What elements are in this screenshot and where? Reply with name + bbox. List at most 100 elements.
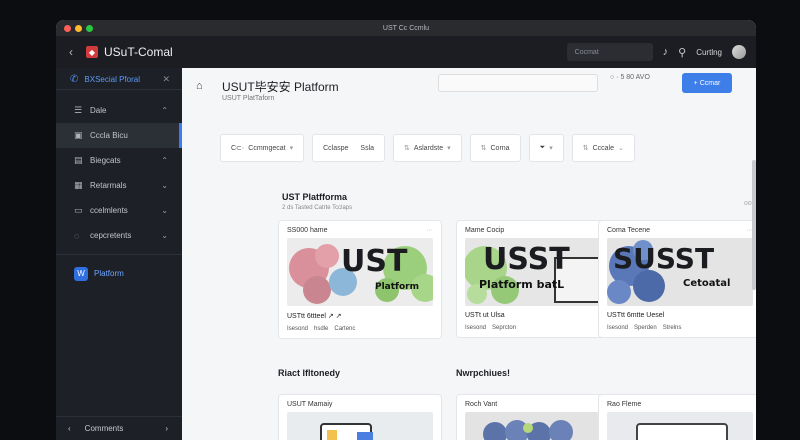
chevron-right-icon[interactable]: › [165,424,168,433]
card-caption: USTt ut Ulsa [465,312,505,319]
sidebar-item-cccla-bicu[interactable]: ▣ Cccla Bicu [56,123,182,148]
sidebar-item-ccelmlents[interactable]: ▭ ccelmlents ⌄ [56,198,182,223]
sidebar-item-label: Platform [94,269,124,278]
more-icon[interactable]: ··· [426,227,433,234]
sidebar-footer-label[interactable]: Comments [85,424,124,433]
app-window: UST Cc Ccmlu ‹ ◆ USuT-Comal Cocmat ♪ ⚲ C… [56,20,756,440]
page-title: USUT毕安安 Platform [222,80,339,94]
tag: Isesond [465,325,487,331]
project-card[interactable]: Mame Cocip··· USST Platform batL USTt ut… [456,220,620,338]
card-title: Mame Cocip [465,227,505,234]
thumbnail-text: UST [341,244,408,279]
sort-icon: ⇅ [404,145,410,152]
phone-icon: ✆ [70,74,79,85]
filter-prefix: C⊂· [231,145,245,152]
card-thumbnail: SUSST Cetoatal [607,238,753,306]
bell-icon[interactable]: ♪ [663,46,669,58]
tag: Isesond [287,326,309,332]
card-thumbnail [607,412,753,440]
filter-category[interactable]: C⊂· Ccmmgecat ▾ [220,134,305,162]
project-card[interactable]: Coma Tecene ··· SUSST Cetoatal USTtt 6mtt… [598,220,756,338]
shield-logo-icon: ◆ [86,46,98,58]
tag: Isesond [607,325,629,331]
avatar[interactable] [732,45,746,59]
page-header: ⌂ USUT毕安安 Platform USUT PlatTaforn ○ · 5… [182,68,756,114]
close-icon[interactable]: ✕ [162,74,170,85]
project-card[interactable]: SS000 hame ··· UST Platform USTtt 6ttteel… [278,220,442,339]
chevron-down-icon: ⌄ [161,231,168,240]
platform-icon: W [74,266,88,281]
sidebar-header-label: BXSecial Pforal [84,75,140,84]
card-caption: USTtt 6ttteel ↗ ↗ [287,313,342,320]
sidebar-item-retarmals[interactable]: ▦ Retarmals ⌄ [56,173,182,198]
project-card[interactable]: Rao Fleme [598,394,756,440]
sidebar-footer: ‹ Comments › [56,416,182,440]
sidebar-item-label: Dale [90,106,107,115]
share-icon[interactable]: ⚲ [678,46,686,59]
thumbnail-subtext: Platform [375,282,419,292]
sidebar-item-label: Retarmals [90,181,127,190]
sort-icon: ⇅ [480,145,487,152]
main-content: ⌂ USUT毕安安 Platform USUT PlatTaforn ○ · 5… [182,68,756,440]
filter-corna[interactable]: ⇅ Corna [469,134,521,162]
filter-cclaspe[interactable]: Cclaspe Ssla [312,134,386,162]
sidebar-item-label: ccelmlents [90,206,128,215]
sidebar-item-biegcats[interactable]: ▤ Biegcats ⌃ [56,148,182,173]
filter-funnel[interactable]: ⏷ ▾ [528,134,564,162]
filter-aslardste[interactable]: ⇅ Aslardste ▾ [393,134,462,162]
folder-icon: ▣ [74,130,83,140]
window-title: UST Cc Ccmlu [382,24,430,32]
thumbnail-subtext: Cetoatal [683,278,731,289]
chat-bubble-decoration [320,423,373,440]
sidebar-item-label: Biegcats [90,156,121,165]
project-card[interactable]: USUT Mamaiy [278,394,442,440]
project-card[interactable]: Roch Vant [456,394,620,440]
sidebar-item-dale[interactable]: ☰ Dale ⌃ [56,98,182,123]
section-title: Riact lfltonedy [278,368,341,378]
filter-bar: C⊂· Ccmmgecat ▾ Cclaspe Ssla ⇅ Aslardste… [220,134,635,162]
thumbnail-text: SUSST [613,242,715,275]
filter-cccale[interactable]: ⇅ Cccale ⌄ [571,134,635,162]
tag: Strelns [662,325,682,331]
card-title: Rao Fleme [607,401,642,408]
filter-label: Corna [490,144,510,152]
tag: Cartenc [334,326,356,332]
thumbnail-text: USST [483,242,570,277]
more-icon[interactable]: oo [744,200,752,207]
sidebar-item-label: Cccla Bicu [90,131,128,140]
list-icon: ☰ [74,105,83,115]
create-button[interactable]: + Ccmar [682,73,732,93]
page-subtitle: USUT PlatTaforn [222,95,275,102]
filter-extra: Ssla [360,144,375,152]
filter-label: Cclaspe [323,144,349,152]
search-input[interactable]: Cocmat [566,43,653,61]
app-name: USuT-Comal [104,45,173,59]
card-title: Coma Tecene [607,227,651,234]
chevron-down-icon: ▾ [289,145,294,152]
scrollbar[interactable] [752,160,756,290]
section-meta: 2 ds Tasted Catrte Tcclaps [282,205,353,211]
user-name[interactable]: Curtlng [696,48,722,57]
card-title: Roch Vant [465,401,498,408]
home-icon[interactable]: ⌂ [196,80,203,92]
chevron-up-icon: ⌃ [161,106,168,115]
card-tags: Isesond hsdle Cartenc [279,322,441,338]
filter-label: Aslardste [413,144,444,152]
sidebar-item-cepcretents[interactable]: ◌ cepcretents ⌄ [56,223,182,248]
header-search-input[interactable] [438,74,598,92]
section-title: UST Platfforma [282,192,348,202]
card-thumbnail: UST Platform [287,238,433,306]
sidebar: ✆ BXSecial Pforal ✕ ☰ Dale ⌃ ▣ Cccla Bic… [56,68,182,440]
grid-icon: ▦ [74,180,83,190]
chevron-down-icon: ▾ [549,145,553,152]
card-title: USUT Mamaiy [287,401,333,408]
chevron-left-icon[interactable]: ‹ [68,424,71,433]
sidebar-item-platform[interactable]: W Platform [56,261,182,286]
flower-decoration [483,420,573,440]
chevron-left-icon[interactable]: ‹ [62,45,80,59]
chevron-down-icon: ⌄ [617,145,624,152]
tag: Sperden [634,325,657,331]
sidebar-header[interactable]: ✆ BXSecial Pforal ✕ [56,70,182,90]
tag: Seprcton [492,325,517,331]
folder-icon: ▭ [74,205,83,215]
